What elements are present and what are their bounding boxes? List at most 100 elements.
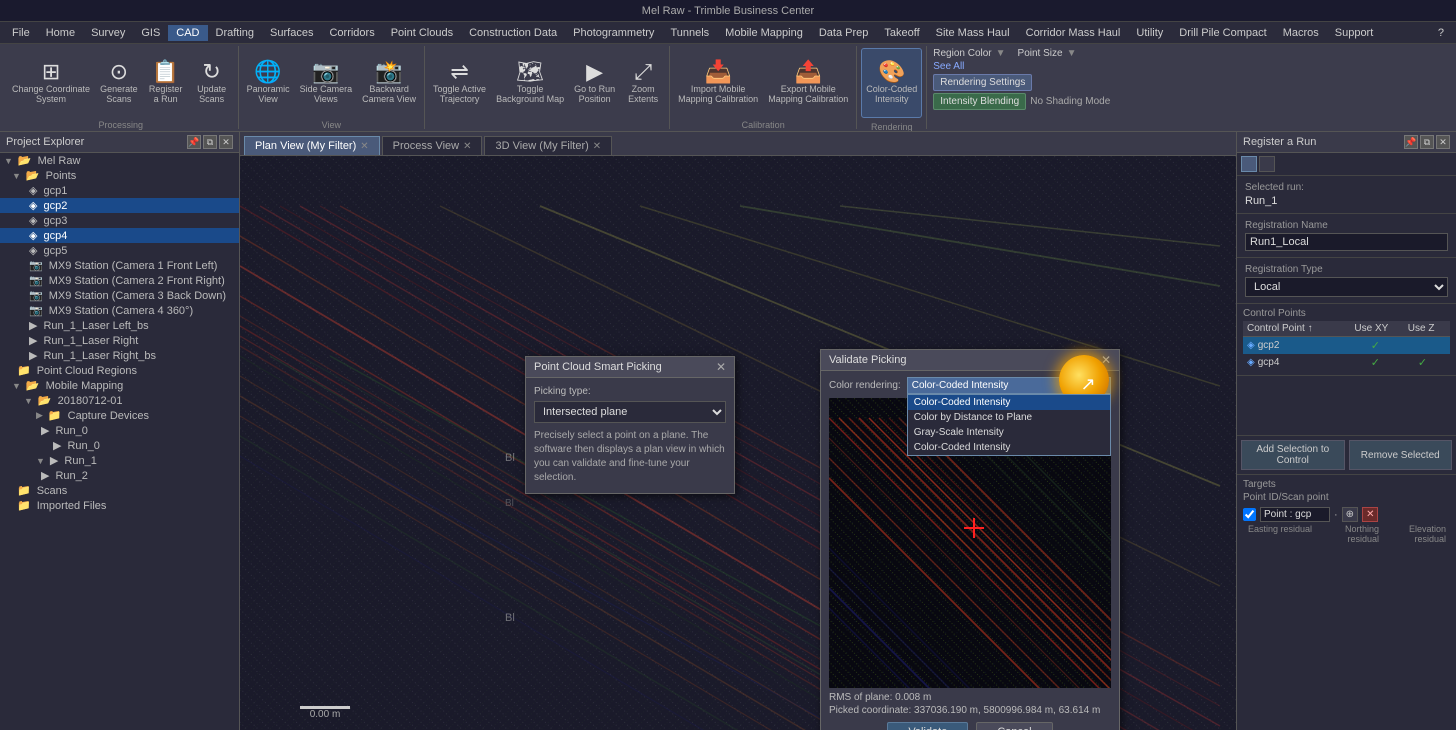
tree-item-gcp3[interactable]: ◈gcp3: [0, 213, 239, 228]
menu-support[interactable]: Support: [1327, 25, 1382, 41]
targets-pick-btn[interactable]: ⊕: [1342, 507, 1358, 522]
register-run-btn[interactable]: 📋 Registera Run: [144, 48, 188, 118]
tree-item-Points[interactable]: ▼📂Points: [0, 168, 239, 183]
tab-3d-view-close[interactable]: ✕: [593, 141, 601, 152]
tree-item-MX9_Station_(Camera_4_360°)[interactable]: 📷MX9 Station (Camera 4 360°): [0, 303, 239, 318]
zoom-extents-btn[interactable]: ⤢ ZoomExtents: [621, 48, 665, 118]
tree-item-MX9_Station_(Camera_3_Back_Down)[interactable]: 📷MX9 Station (Camera 3 Back Down): [0, 288, 239, 303]
dropdown-option-color-coded-2[interactable]: Color-Coded Intensity: [908, 440, 1110, 455]
export-mobile-btn[interactable]: 📤 Export MobileMapping Calibration: [764, 48, 852, 118]
registration-type-select[interactable]: Local Global: [1245, 277, 1448, 297]
tree-item-Point_Cloud_Regions[interactable]: 📁Point Cloud Regions: [0, 363, 239, 378]
tree-item-Run_1_Laser_Right_bs[interactable]: ▶Run_1_Laser Right_bs: [0, 348, 239, 363]
menu-takeoff[interactable]: Takeoff: [876, 25, 927, 41]
tab-plan-view[interactable]: Plan View (My Filter) ✕: [244, 136, 380, 155]
toggle-active-trajectory-btn[interactable]: ⇌ Toggle ActiveTrajectory: [429, 48, 490, 118]
menu-cad[interactable]: CAD: [168, 25, 207, 41]
smart-picking-close[interactable]: ✕: [716, 360, 726, 374]
panel-float-btn[interactable]: ⧉: [203, 135, 217, 149]
tree-item-gcp1[interactable]: ◈gcp1: [0, 183, 239, 198]
menu-home[interactable]: Home: [38, 25, 83, 41]
picking-type-select[interactable]: Intersected plane Nearest point Projecte…: [534, 401, 726, 423]
generate-scans-btn[interactable]: ⊙ GenerateScans: [96, 48, 142, 118]
tab-process-view-close[interactable]: ✕: [463, 141, 471, 152]
menu-gis[interactable]: GIS: [133, 25, 168, 41]
tree-item-Scans[interactable]: 📁Scans: [0, 483, 239, 498]
menu-drafting[interactable]: Drafting: [208, 25, 263, 41]
targets-point-input[interactable]: [1260, 507, 1330, 522]
menu-surfaces[interactable]: Surfaces: [262, 25, 321, 41]
intensity-blending-btn[interactable]: Intensity Blending: [933, 93, 1026, 110]
remove-selected-btn[interactable]: Remove Selected: [1349, 440, 1453, 470]
tree-item-gcp5[interactable]: ◈gcp5: [0, 243, 239, 258]
menu-file[interactable]: File: [4, 25, 38, 41]
tree-item-MX9_Station_(Camera_1_Front_Left)[interactable]: 📷MX9 Station (Camera 1 Front Left): [0, 258, 239, 273]
import-mobile-btn[interactable]: 📥 Import MobileMapping Calibration: [674, 48, 762, 118]
dropdown-option-grayscale[interactable]: Gray-Scale Intensity: [908, 425, 1110, 440]
tree-item-Run_0[interactable]: ▶Run_0: [0, 423, 239, 438]
menu-help[interactable]: ?: [1430, 25, 1452, 41]
cancel-btn[interactable]: Cancel: [976, 722, 1052, 730]
tree-item-Capture_Devices[interactable]: ▶📁Capture Devices: [0, 408, 239, 423]
menu-data-prep[interactable]: Data Prep: [811, 25, 877, 41]
panel-close-btn[interactable]: ✕: [219, 135, 233, 149]
tree-item-gcp2[interactable]: ◈gcp2: [0, 198, 239, 213]
tree-item-MX9_Station_(Camera_2_Front_Right)[interactable]: 📷MX9 Station (Camera 2 Front Right): [0, 273, 239, 288]
tree-item-Run_1_Laser_Right[interactable]: ▶Run_1_Laser Right: [0, 333, 239, 348]
dropdown-option-distance[interactable]: Color by Distance to Plane: [908, 410, 1110, 425]
panel-pin-btn[interactable]: 📌: [187, 135, 201, 149]
tree-item-gcp4[interactable]: ◈gcp4: [0, 228, 239, 243]
register-run-close-btn[interactable]: ✕: [1436, 135, 1450, 149]
tab-process-view[interactable]: Process View ✕: [382, 136, 483, 155]
cp-row-gcp2[interactable]: ◈ gcp2 ✓: [1243, 337, 1450, 354]
register-run-tool-1[interactable]: [1241, 156, 1257, 172]
menu-corridor-mass-haul[interactable]: Corridor Mass Haul: [1018, 25, 1129, 41]
side-camera-btn[interactable]: 📷 Side CameraViews: [296, 48, 357, 118]
add-selection-btn[interactable]: Add Selection to Control: [1241, 440, 1345, 470]
menu-photogrammetry[interactable]: Photogrammetry: [565, 25, 662, 41]
menu-corridors[interactable]: Corridors: [321, 25, 382, 41]
see-all-btn[interactable]: See All: [933, 61, 964, 72]
toolbar-rendering-settings: Region Color ▼ Point Size ▼ See All Rend…: [927, 46, 1116, 129]
targets-checkbox[interactable]: [1243, 508, 1256, 521]
menu-drill-pile[interactable]: Drill Pile Compact: [1171, 25, 1274, 41]
panoramic-view-btn[interactable]: 🌐 PanoramicView: [243, 48, 294, 118]
menu-construction-data[interactable]: Construction Data: [461, 25, 565, 41]
targets-remove-btn[interactable]: ✕: [1362, 507, 1378, 522]
map-area[interactable]: Bl Bl Bl 0.00 m Point Cloud Smart Pickin…: [240, 156, 1236, 730]
menu-tunnels[interactable]: Tunnels: [662, 25, 717, 41]
register-run-float-btn[interactable]: ⧉: [1420, 135, 1434, 149]
residuals-header: Easting residual Northing residual Eleva…: [1243, 524, 1450, 544]
tab-3d-view[interactable]: 3D View (My Filter) ✕: [484, 136, 612, 155]
tree-item-Mel_Raw[interactable]: ▼📂Mel Raw: [0, 153, 239, 168]
tree-item-Mobile_Mapping[interactable]: ▼📂Mobile Mapping: [0, 378, 239, 393]
tree-item-Run_2[interactable]: ▶Run_2: [0, 468, 239, 483]
tree-item-Run_1[interactable]: ▼▶Run_1: [0, 453, 239, 468]
menu-site-mass-haul[interactable]: Site Mass Haul: [928, 25, 1018, 41]
smart-picking-header[interactable]: Point Cloud Smart Picking ✕: [526, 357, 734, 378]
menu-mobile-mapping[interactable]: Mobile Mapping: [717, 25, 811, 41]
change-coordinate-btn[interactable]: ⊞ Change CoordinateSystem: [8, 48, 94, 118]
update-scans-btn[interactable]: ↻ UpdateScans: [190, 48, 234, 118]
registration-name-input[interactable]: [1245, 233, 1448, 251]
menu-macros[interactable]: Macros: [1275, 25, 1327, 41]
tree-item-20180712-01[interactable]: ▼📂20180712-01: [0, 393, 239, 408]
register-run-tool-2[interactable]: [1259, 156, 1275, 172]
rendering-settings-btn[interactable]: Rendering Settings: [933, 74, 1032, 91]
tree-item-Run_0[interactable]: ▶Run_0: [0, 438, 239, 453]
menu-point-clouds[interactable]: Point Clouds: [383, 25, 461, 41]
go-to-run-btn[interactable]: ▶ Go to RunPosition: [570, 48, 619, 118]
registration-type-label: Registration Type: [1245, 264, 1448, 275]
tab-plan-view-close[interactable]: ✕: [360, 141, 368, 152]
menu-utility[interactable]: Utility: [1128, 25, 1171, 41]
backward-camera-btn[interactable]: 📸 BackwardCamera View: [358, 48, 420, 118]
tree-item-Run_1_Laser_Left_bs[interactable]: ▶Run_1_Laser Left_bs: [0, 318, 239, 333]
cp-row-gcp4[interactable]: ◈ gcp4 ✓ ✓: [1243, 354, 1450, 371]
validate-btn[interactable]: Validate: [887, 722, 968, 730]
menu-survey[interactable]: Survey: [83, 25, 133, 41]
tree-item-Imported_Files[interactable]: 📁Imported Files: [0, 498, 239, 513]
toggle-bg-map-btn[interactable]: 🗺 ToggleBackground Map: [492, 48, 568, 118]
register-run-pin-btn[interactable]: 📌: [1404, 135, 1418, 149]
color-coded-intensity-btn[interactable]: 🎨 Color-CodedIntensity: [861, 48, 922, 118]
dropdown-option-color-coded-1[interactable]: Color-Coded Intensity: [908, 395, 1110, 410]
